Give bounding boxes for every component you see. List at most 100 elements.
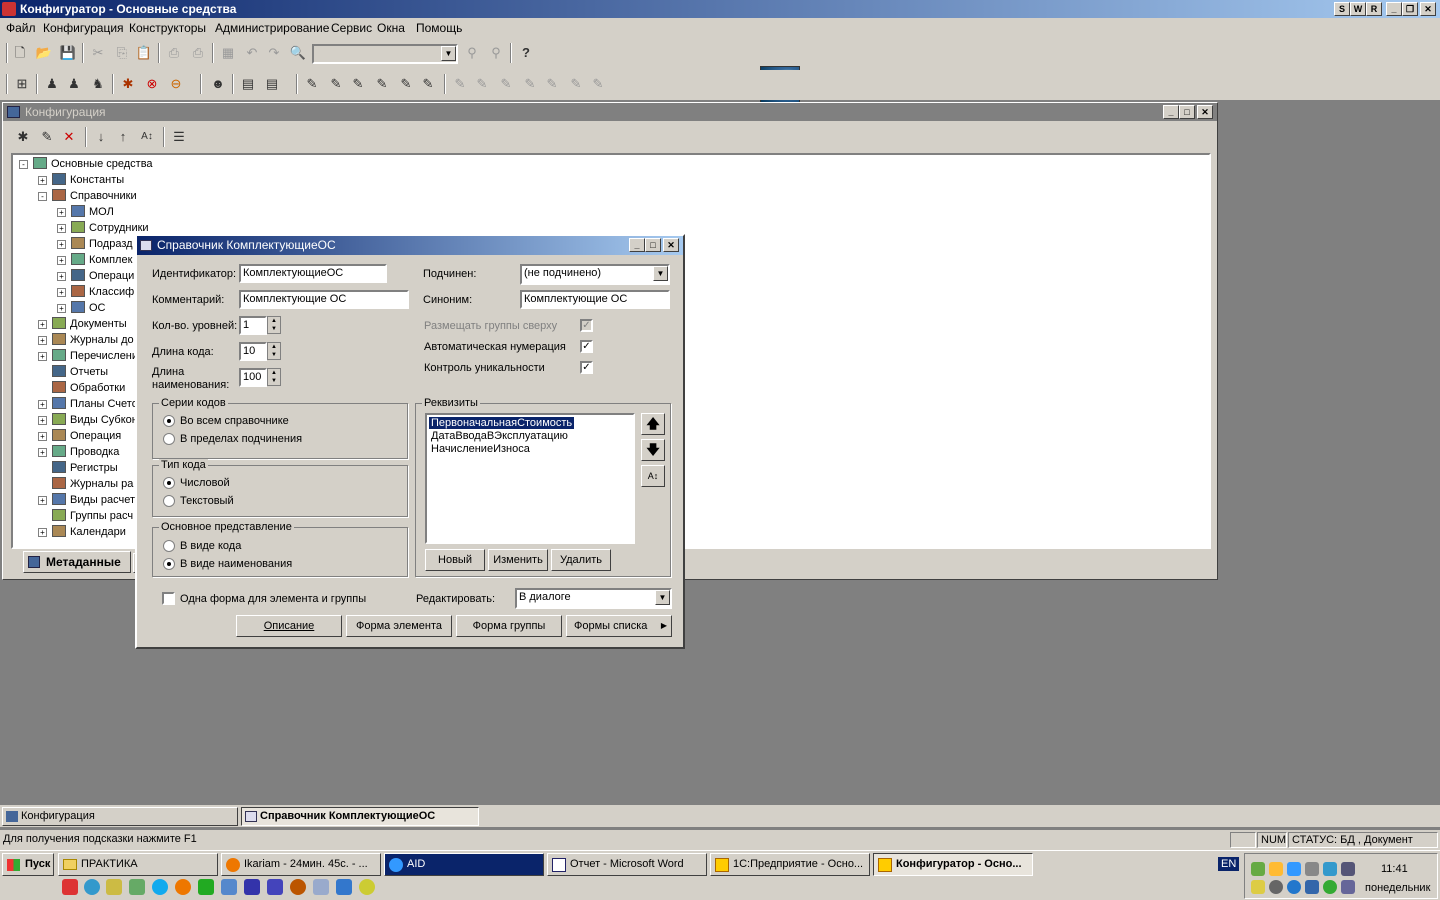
tray-icon[interactable] xyxy=(1305,880,1319,894)
redo-icon[interactable]: ↷ xyxy=(264,43,284,63)
tray-icon[interactable] xyxy=(1287,862,1301,876)
move-down-button[interactable]: 🡇 xyxy=(641,439,665,461)
restore-icon[interactable]: ❐ xyxy=(1402,2,1418,16)
delete-icon[interactable]: ✕ xyxy=(59,127,79,147)
main-repr-name-radio[interactable] xyxy=(163,558,175,570)
tree-item[interactable]: Комплек xyxy=(71,253,132,266)
quicklaunch-icon[interactable] xyxy=(336,879,352,895)
start-button[interactable]: Пуск xyxy=(2,853,54,876)
menu-configuration[interactable]: Конфигурация xyxy=(43,21,124,35)
list-forms-button[interactable]: Формы списка ▶ xyxy=(566,615,672,637)
tree-item[interactable]: Виды Субкон xyxy=(52,413,138,426)
tree-item[interactable]: МОЛ xyxy=(71,205,114,218)
menu-file[interactable]: Файл xyxy=(6,21,36,35)
clock-time[interactable]: 11:41 xyxy=(1381,863,1408,875)
name-length-spinner[interactable]: ▲ ▼ xyxy=(267,368,281,386)
expand-icon[interactable]: + xyxy=(57,240,66,249)
menu-service[interactable]: Сервис xyxy=(331,21,372,35)
tree-item[interactable]: Сотрудники xyxy=(71,221,149,234)
quicklaunch-icon[interactable] xyxy=(244,879,260,895)
user-icon[interactable]: ♟ xyxy=(42,74,62,94)
person-icon[interactable]: ☻ xyxy=(208,74,228,94)
firefox-icon[interactable] xyxy=(175,879,191,895)
module-icon[interactable]: ✱ xyxy=(118,74,138,94)
groups-on-top-checkbox[interactable]: ✓ xyxy=(580,319,593,332)
tray-icon[interactable] xyxy=(1341,880,1355,894)
list-item[interactable]: ПервоначальнаяСтоимость xyxy=(429,417,575,429)
tray-icon[interactable] xyxy=(1251,880,1265,894)
app-w-button[interactable]: W xyxy=(1350,2,1366,16)
tree-item[interactable]: Журналы ра xyxy=(52,477,133,490)
close-icon[interactable]: ✕ xyxy=(1420,2,1436,16)
close-icon[interactable]: ✕ xyxy=(1197,105,1213,119)
taskbar-item-word[interactable]: Отчет - Microsoft Word xyxy=(547,853,707,876)
tree-item[interactable]: Планы Счето xyxy=(52,397,138,410)
menu-help[interactable]: Помощь xyxy=(416,21,462,35)
config-tree-icon[interactable]: ⊞ xyxy=(12,74,32,94)
chevron-down-icon[interactable]: ▼ xyxy=(653,266,668,281)
add-icon[interactable]: ✱ xyxy=(13,127,33,147)
description-button[interactable]: Описание xyxy=(236,615,342,637)
tree-item[interactable]: Перечислени xyxy=(52,349,138,362)
levels-input[interactable]: 1 xyxy=(239,316,267,335)
attributes-list[interactable]: ПервоначальнаяСтоимость ДатаВводаВЭксплу… xyxy=(425,413,635,544)
tree-item[interactable]: Отчеты xyxy=(52,365,108,378)
tree-item[interactable]: ОС xyxy=(71,301,106,314)
edit-icon[interactable]: ✎ xyxy=(37,127,57,147)
taskbar-item-browser[interactable]: Ikariam - 24мин. 45с. - ... xyxy=(221,853,381,876)
properties-icon[interactable]: ▦ xyxy=(218,43,238,63)
tree-item[interactable]: Операция xyxy=(52,429,121,442)
main-repr-code-radio[interactable] xyxy=(163,540,175,552)
tree-item[interactable]: Журналы до xyxy=(52,333,134,346)
element-form-button[interactable]: Форма элемента xyxy=(346,615,452,637)
code-length-input[interactable]: 10 xyxy=(239,342,267,361)
minimize-icon[interactable]: _ xyxy=(1386,2,1402,16)
expand-icon[interactable]: + xyxy=(57,256,66,265)
tree-item[interactable]: Регистры xyxy=(52,461,118,474)
save-icon[interactable]: 💾 xyxy=(58,43,78,63)
wizard-6-icon[interactable]: ✎ xyxy=(418,74,438,94)
tray-icon[interactable] xyxy=(1323,880,1337,894)
maximize-icon[interactable]: □ xyxy=(1179,105,1195,119)
expand-icon[interactable]: + xyxy=(57,288,66,297)
quicklaunch-icon[interactable] xyxy=(267,879,283,895)
levels-spinner[interactable]: ▲ ▼ xyxy=(267,316,281,334)
users-icon[interactable]: ♟ xyxy=(64,74,84,94)
tree-item[interactable]: Группы расч xyxy=(52,509,133,522)
expand-icon[interactable]: + xyxy=(38,528,47,537)
wizard-1-icon[interactable]: ✎ xyxy=(302,74,322,94)
tray-icon[interactable] xyxy=(1269,880,1283,894)
wizard-2-icon[interactable]: ✎ xyxy=(326,74,346,94)
find-icon[interactable]: 🔍 xyxy=(288,43,308,63)
chevron-down-icon[interactable]: ▼ xyxy=(655,590,670,605)
expand-icon[interactable]: + xyxy=(38,176,47,185)
window-tab-config[interactable]: Конфигурация xyxy=(2,807,238,826)
print-icon[interactable]: ⎙ xyxy=(164,43,184,63)
rights-icon[interactable]: ♞ xyxy=(88,74,108,94)
tree-item[interactable]: Операци xyxy=(71,269,134,282)
synonym-input[interactable]: Комплектующие ОС xyxy=(520,290,670,309)
taskbar-item-aid[interactable]: AID xyxy=(384,853,544,876)
edit-attribute-button[interactable]: Изменить xyxy=(488,549,548,571)
paste-icon[interactable]: 📋 xyxy=(134,43,154,63)
auto-numbering-checkbox[interactable]: ✓ xyxy=(580,340,593,353)
minimize-icon[interactable]: _ xyxy=(1163,105,1179,119)
expand-icon[interactable]: + xyxy=(38,400,47,409)
tree-item[interactable]: Классиф xyxy=(71,285,134,298)
wizard-5-icon[interactable]: ✎ xyxy=(396,74,416,94)
close-icon[interactable]: ✕ xyxy=(663,238,679,252)
code-type-numeric-radio[interactable] xyxy=(163,477,175,489)
quicklaunch-icon[interactable] xyxy=(290,879,306,895)
expand-icon[interactable]: + xyxy=(57,224,66,233)
expand-icon[interactable]: + xyxy=(57,272,66,281)
uniqueness-checkbox[interactable]: ✓ xyxy=(580,361,593,374)
menu-administration[interactable]: Администрирование xyxy=(215,21,329,35)
quicklaunch-icon[interactable] xyxy=(106,879,122,895)
tree-item[interactable]: Виды расчет xyxy=(52,493,135,506)
tray-icon[interactable] xyxy=(1341,862,1355,876)
quicklaunch-icon[interactable] xyxy=(313,879,329,895)
tray-icon[interactable] xyxy=(1269,862,1283,876)
arrow-up-icon[interactable]: ↑ xyxy=(113,127,133,147)
skype-icon[interactable] xyxy=(152,879,168,895)
minimize-icon[interactable]: _ xyxy=(629,238,645,252)
